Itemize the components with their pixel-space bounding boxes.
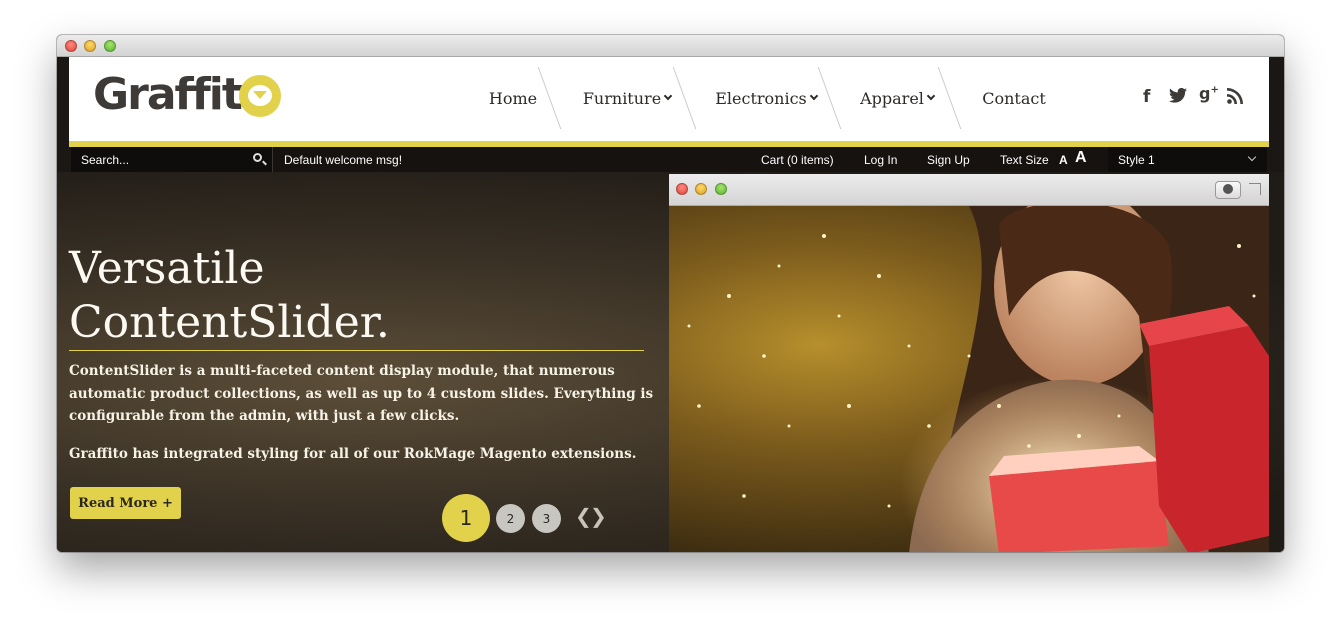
- slide-page-3-label: 3: [542, 511, 551, 526]
- logo-text: Graffit: [93, 69, 243, 120]
- slide-image: [669, 186, 1269, 552]
- search-input[interactable]: [71, 147, 251, 172]
- zoom-window-button[interactable]: [715, 183, 727, 195]
- chevron-down-icon: [926, 91, 936, 101]
- site-logo[interactable]: Graffit: [93, 69, 243, 120]
- next-slide-icon[interactable]: ❯: [590, 504, 607, 528]
- text-size-label: Text Size: [1000, 153, 1049, 167]
- nav-apparel-label: Apparel: [860, 88, 924, 108]
- cart-link[interactable]: Cart (0 items): [761, 153, 834, 167]
- style-select[interactable]: Style 1: [1108, 147, 1267, 172]
- slide-page-2[interactable]: 2: [496, 504, 525, 533]
- zoom-window-button[interactable]: [104, 40, 116, 52]
- chevron-down-icon: [663, 91, 673, 101]
- slide-description: ContentSlider is a multi-faceted content…: [69, 363, 654, 424]
- slide-page-1[interactable]: 1: [442, 494, 490, 542]
- site-header: Graffit Home Furniture Electronics Appar…: [69, 57, 1269, 147]
- twitter-icon[interactable]: [1169, 87, 1187, 110]
- chevron-down-icon: [1247, 152, 1257, 162]
- minimize-window-button[interactable]: [84, 40, 96, 52]
- nav-contact-label: Contact: [982, 88, 1046, 108]
- nav-electronics[interactable]: Electronics: [701, 67, 831, 129]
- slide-page-1-label: 1: [459, 506, 473, 530]
- nav-home-label: Home: [488, 88, 538, 108]
- slide-title: Versatile ContentSlider.: [69, 242, 649, 350]
- slide-page-2-label: 2: [506, 511, 515, 526]
- text-size-large-button[interactable]: A: [1075, 149, 1087, 167]
- nav-furniture-label: Furniture: [582, 88, 662, 108]
- window-titlebar: [57, 35, 1284, 57]
- style-select-value: Style 1: [1118, 153, 1155, 167]
- slide-title-line1: Versatile: [69, 243, 265, 294]
- login-link[interactable]: Log In: [864, 153, 897, 167]
- chevron-down-icon: [809, 91, 819, 101]
- google-plus-icon[interactable]: g+: [1199, 84, 1219, 106]
- nav-electronics-label: Electronics: [715, 88, 807, 108]
- logo-arrow-icon: [253, 91, 267, 99]
- download-icon[interactable]: [1215, 181, 1241, 199]
- nav-home[interactable]: Home: [469, 67, 557, 129]
- close-window-button[interactable]: [65, 40, 77, 52]
- slide-description-secondary: Graffito has integrated styling for all …: [69, 446, 637, 462]
- read-more-button[interactable]: Read More +: [70, 487, 181, 519]
- close-window-button[interactable]: [676, 183, 688, 195]
- facebook-icon[interactable]: f: [1143, 87, 1150, 109]
- slide-page-3[interactable]: 3: [532, 504, 561, 533]
- gift-photo-illustration: [687, 186, 1269, 552]
- top-utility-bar: Default welcome msg! Cart (0 items) Log …: [71, 147, 1267, 172]
- title-underline: [69, 350, 644, 351]
- page-content: Graffit Home Furniture Electronics Appar…: [57, 57, 1284, 552]
- expand-icon[interactable]: [1249, 183, 1261, 195]
- preview-window: [669, 174, 1269, 552]
- nav-contact[interactable]: Contact: [959, 67, 1069, 129]
- rss-icon[interactable]: [1227, 88, 1243, 110]
- nav-apparel[interactable]: Apparel: [842, 67, 952, 129]
- search-box: [71, 147, 273, 172]
- slide-title-line2: ContentSlider.: [69, 297, 390, 348]
- signup-link[interactable]: Sign Up: [927, 153, 970, 167]
- browser-window: Graffit Home Furniture Electronics Appar…: [57, 35, 1284, 552]
- search-icon[interactable]: [253, 153, 262, 162]
- minimize-window-button[interactable]: [695, 183, 707, 195]
- welcome-message: Default welcome msg!: [284, 153, 403, 167]
- preview-window-titlebar: [669, 174, 1269, 206]
- text-size-small-button[interactable]: A: [1059, 153, 1068, 167]
- nav-furniture[interactable]: Furniture: [567, 67, 687, 129]
